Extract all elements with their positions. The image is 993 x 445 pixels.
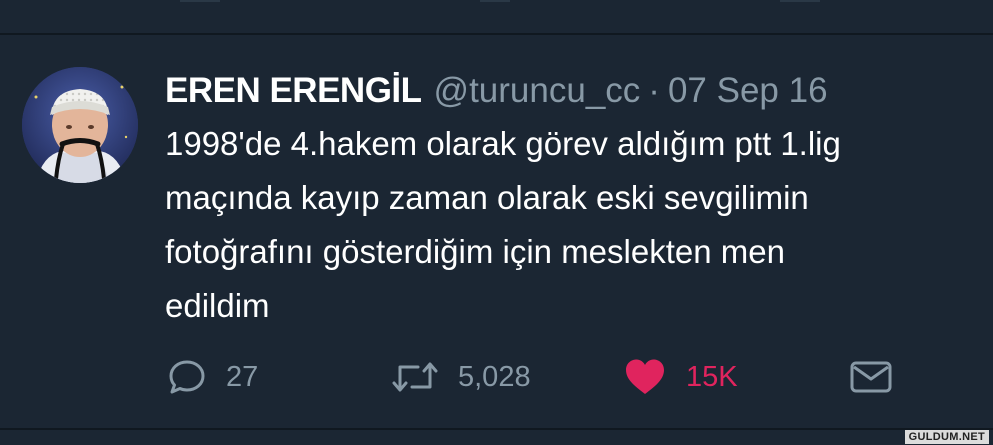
- user-handle[interactable]: @turuncu_cc: [434, 71, 641, 110]
- retweet-icon: [392, 362, 438, 392]
- like-count: 15K: [686, 360, 738, 393]
- display-name[interactable]: EREN ERENGİL: [165, 71, 422, 110]
- tweet-actions: 27 5,028 15K: [0, 355, 993, 399]
- like-button[interactable]: 15K: [624, 355, 738, 399]
- retweet-count: 5,028: [458, 360, 531, 393]
- tweet-text: 1998'de 4.hakem olarak görev aldığım ptt…: [165, 125, 841, 324]
- divider: [0, 428, 993, 430]
- previous-tweet-edge: [180, 0, 820, 4]
- tweet[interactable]: EREN ERENGİL @turuncu_cc · 07 Sep 16 1998'd…: [0, 35, 993, 428]
- reply-button[interactable]: 27: [168, 355, 258, 399]
- message-button[interactable]: [850, 355, 892, 399]
- watermark: GULDUM.NET: [904, 430, 989, 444]
- tweet-date[interactable]: 07 Sep 16: [668, 71, 828, 110]
- reply-icon: [169, 360, 205, 394]
- avatar-image: [22, 67, 138, 183]
- mail-icon: [850, 361, 892, 393]
- retweet-button[interactable]: 5,028: [392, 355, 531, 399]
- heart-icon: [626, 359, 664, 394]
- reply-count: 27: [226, 360, 259, 393]
- avatar[interactable]: [22, 67, 138, 183]
- tweet-header: EREN ERENGİL @turuncu_cc · 07 Sep 16: [165, 71, 828, 111]
- separator-dot: ·: [648, 71, 660, 110]
